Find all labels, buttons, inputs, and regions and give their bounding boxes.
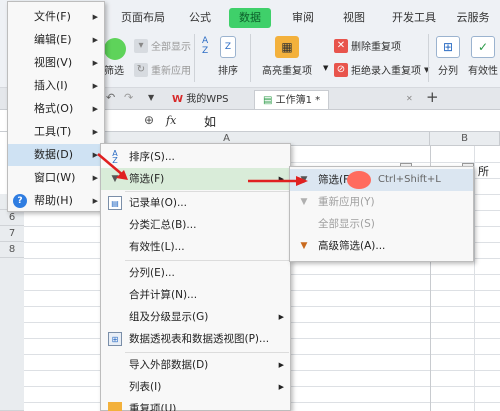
annotation-arrow bbox=[97, 153, 125, 177]
annotation-overlay bbox=[97, 153, 371, 189]
annotation-arrowhead bbox=[296, 176, 308, 186]
annotation-mark bbox=[347, 171, 371, 189]
